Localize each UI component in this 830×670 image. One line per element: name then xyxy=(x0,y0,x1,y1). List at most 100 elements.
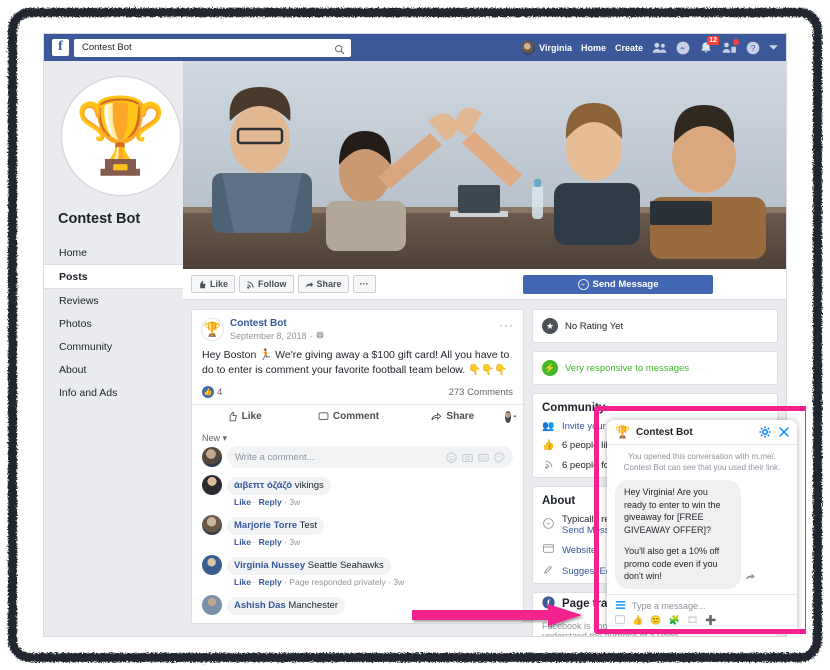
chat-header: 🏆 Contest Bot xyxy=(607,420,797,445)
sticker-icon[interactable] xyxy=(494,452,505,463)
follow-page-button[interactable]: Follow xyxy=(239,275,294,293)
avatar[interactable] xyxy=(202,595,222,615)
sidebar-item-photos[interactable]: Photos xyxy=(44,312,183,335)
comment-author[interactable]: Marjorie Torre xyxy=(234,520,297,531)
messenger-button[interactable] xyxy=(676,41,690,55)
comment-time: 3w xyxy=(289,537,300,547)
comment-like-link[interactable]: Like xyxy=(234,537,251,547)
browser-page: f Virginia Home Create xyxy=(24,24,806,646)
search-input[interactable] xyxy=(80,41,345,54)
comment-sort-selector[interactable]: New ▾ xyxy=(192,428,523,446)
chat-input-placeholder[interactable]: Type a message... xyxy=(632,601,706,611)
page-sidebar: 🏆 Contest Bot Home Posts Reviews Photos … xyxy=(44,61,183,637)
emoji-icon[interactable]: 🙂 xyxy=(650,615,661,626)
search-icon[interactable] xyxy=(334,42,345,60)
invite-friends-icon: 👥 xyxy=(542,421,555,432)
website-icon xyxy=(542,544,555,556)
account-dropdown-button[interactable] xyxy=(769,44,778,51)
messenger-chat-widget: 🏆 Contest Bot You opened this conversati… xyxy=(607,420,797,631)
emoji-icon[interactable] xyxy=(446,452,457,463)
topbar-nav: Virginia Home Create 12 xyxy=(521,34,778,61)
post-comment-count[interactable]: 273 Comments xyxy=(449,387,513,398)
sidebar-item-reviews[interactable]: Reviews xyxy=(44,289,183,312)
facebook-logo-icon[interactable]: f xyxy=(52,39,69,56)
camera-icon[interactable] xyxy=(462,452,473,463)
help-button[interactable]: ? xyxy=(746,41,760,55)
comment-body: άιβεπτ όζάζό vikings xyxy=(227,477,331,495)
post-share-label: Share xyxy=(446,411,474,422)
post-author-avatar[interactable]: 🏆 xyxy=(201,318,224,341)
comment-reply-link[interactable]: Reply xyxy=(259,537,282,547)
sidebar-item-info-and-ads[interactable]: Info and Ads xyxy=(44,381,183,404)
page-more-button[interactable]: ··· xyxy=(353,275,376,293)
nav-user-name: Virginia xyxy=(539,43,572,53)
comment-author[interactable]: άιβεπτ όζάζό xyxy=(234,480,292,491)
like-page-label: Like xyxy=(210,279,228,289)
pencil-icon xyxy=(542,564,555,578)
gear-icon[interactable] xyxy=(759,426,771,438)
feed-column: 🏆 Contest Bot September 8, 2018 · xyxy=(191,309,524,630)
send-message-button[interactable]: Send Message xyxy=(523,275,713,294)
post-header: 🏆 Contest Bot September 8, 2018 · xyxy=(192,310,523,346)
post-more-icon[interactable]: ··· xyxy=(499,318,514,332)
comment-meta: Like · Reply · 3w xyxy=(227,495,331,507)
comment-input[interactable]: Write a comment... GIF xyxy=(227,446,513,468)
sidebar-item-home[interactable]: Home xyxy=(44,241,183,264)
list-item: Marjorie Torre Test Like · Reply · 3w xyxy=(192,515,523,555)
comment-text: Test xyxy=(300,520,317,531)
trophy-icon: 🏆 xyxy=(204,321,221,338)
comment-reply-link[interactable]: Reply xyxy=(259,497,282,507)
about-website-label[interactable]: Website xyxy=(562,545,596,556)
search-container[interactable] xyxy=(74,39,351,57)
comment-reply-link[interactable]: Reply xyxy=(259,577,282,587)
comment-input-placeholder: Write a comment... xyxy=(235,452,315,463)
hamburger-icon[interactable] xyxy=(615,600,626,612)
nav-home-link[interactable]: Home xyxy=(581,43,606,53)
chat-title: Contest Bot xyxy=(636,427,693,438)
comment-author[interactable]: Virginia Nussey xyxy=(234,560,305,571)
plus-icon[interactable]: ➕ xyxy=(705,615,716,626)
post-audience-selector[interactable] xyxy=(505,411,523,423)
lightning-icon: ⚡ xyxy=(542,360,558,376)
responsiveness-label: Very responsive to messages xyxy=(565,363,689,374)
post-like-button[interactable]: Like xyxy=(192,411,296,422)
post-comment-button[interactable]: Comment xyxy=(296,411,400,422)
notification-badge: 12 xyxy=(707,36,719,45)
close-icon[interactable] xyxy=(778,426,790,438)
responsiveness-row: ⚡ Very responsive to messages xyxy=(533,352,777,384)
community-title: Community xyxy=(533,394,777,418)
comment-time: 3w xyxy=(393,577,404,587)
sidebar-item-community[interactable]: Community xyxy=(44,335,183,358)
comment-meta: Like · Reply · Page responded privately … xyxy=(227,575,404,587)
post-date: September 8, 2018 xyxy=(230,330,307,342)
post-share-button[interactable]: Share xyxy=(401,411,505,422)
avatar[interactable] xyxy=(202,515,222,535)
sidebar-item-posts[interactable]: Posts xyxy=(44,264,183,289)
cover-photo[interactable] xyxy=(183,61,786,269)
comment-like-link[interactable]: Like xyxy=(234,497,251,507)
chat-avatar: 🏆 xyxy=(614,424,631,441)
forward-icon[interactable] xyxy=(745,571,756,585)
gif-icon[interactable]: GIF xyxy=(478,452,489,463)
sidebar-item-about[interactable]: About xyxy=(44,358,183,381)
avatar xyxy=(202,447,222,467)
like-page-button[interactable]: Like xyxy=(191,275,235,293)
page-profile-picture[interactable]: 🏆 xyxy=(62,77,180,195)
sticker-icon[interactable]: 🧩 xyxy=(668,615,679,626)
notifications-button[interactable]: 12 xyxy=(699,41,713,55)
svg-text:?: ? xyxy=(751,43,756,52)
share-page-button[interactable]: Share xyxy=(298,275,349,293)
send-message-label: Send Message xyxy=(593,279,659,290)
friend-requests-button[interactable] xyxy=(652,41,667,54)
avatar[interactable] xyxy=(202,475,222,495)
photo-icon[interactable] xyxy=(615,615,625,624)
post-author-name[interactable]: Contest Bot xyxy=(230,318,324,330)
comment-author[interactable]: Ashish Das xyxy=(234,600,286,611)
nav-create-link[interactable]: Create xyxy=(615,43,643,53)
nav-user[interactable]: Virginia xyxy=(521,41,572,55)
page-switch-button[interactable] xyxy=(722,41,737,54)
thumbs-up-icon[interactable]: 👍 xyxy=(632,615,643,626)
gif-icon[interactable]: 🎞 xyxy=(687,615,698,626)
comment-like-link[interactable]: Like xyxy=(234,577,251,587)
avatar[interactable] xyxy=(202,555,222,575)
